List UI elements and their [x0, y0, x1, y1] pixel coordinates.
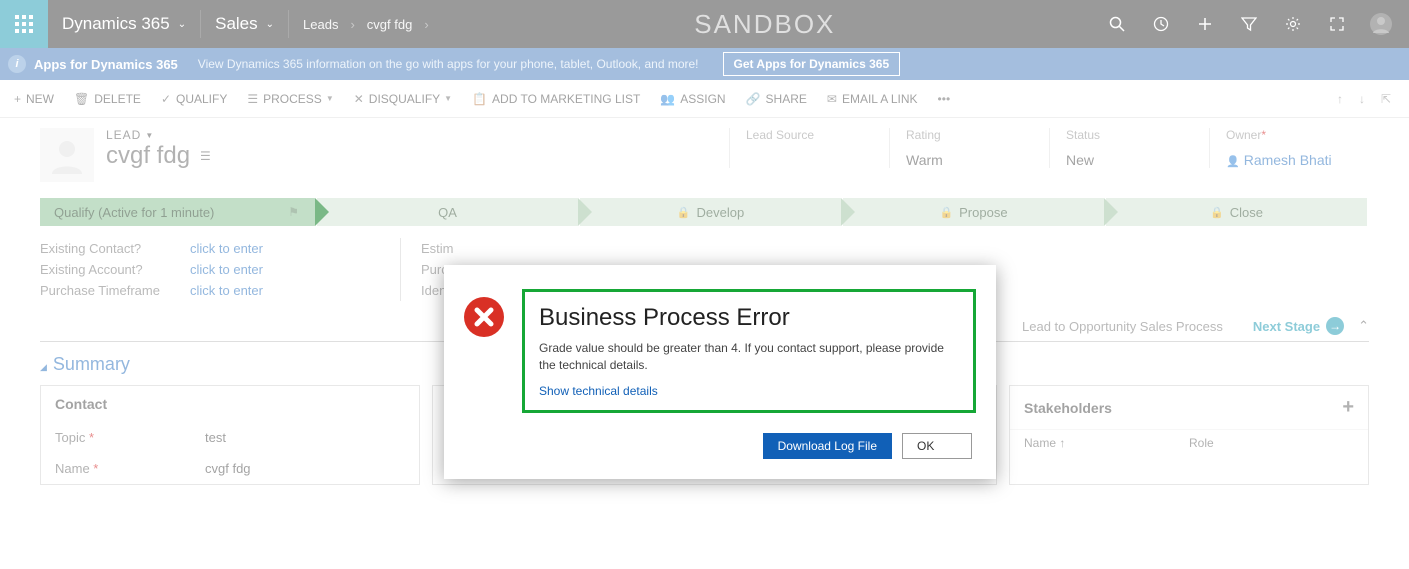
dialog-content: Business Process Error Grade value shoul… [522, 289, 976, 413]
dialog-body: Business Process Error Grade value shoul… [444, 265, 996, 433]
error-dialog: Business Process Error Grade value shoul… [444, 265, 996, 479]
show-details-link[interactable]: Show technical details [539, 384, 959, 398]
dialog-footer: Download Log File OK [444, 433, 996, 479]
dialog-title: Business Process Error [539, 304, 959, 332]
download-log-button[interactable]: Download Log File [763, 433, 892, 459]
ok-button[interactable]: OK [902, 433, 972, 459]
dialog-message: Grade value should be greater than 4. If… [539, 340, 959, 374]
error-icon [464, 297, 504, 337]
